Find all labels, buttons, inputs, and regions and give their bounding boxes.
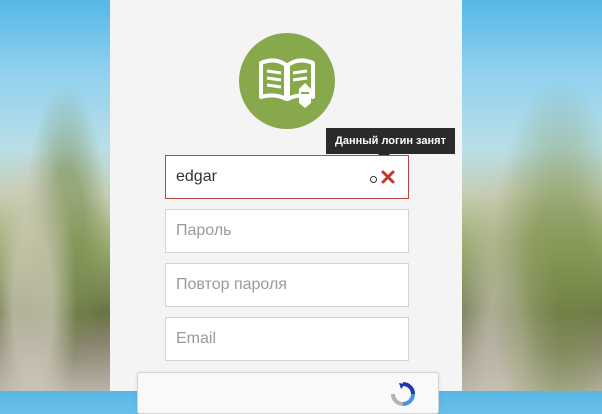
password-repeat-input[interactable] — [166, 264, 408, 306]
close-x-icon[interactable] — [380, 169, 396, 185]
background-right — [462, 0, 602, 391]
email-field[interactable] — [165, 317, 409, 361]
password-input[interactable] — [166, 210, 408, 252]
password-repeat-field[interactable] — [165, 263, 409, 307]
email-input[interactable] — [166, 318, 408, 360]
mouse-cursor-icon — [370, 176, 377, 183]
password-field[interactable] — [165, 209, 409, 253]
recaptcha-icon — [391, 382, 415, 406]
captcha-widget[interactable] — [137, 372, 439, 414]
error-tooltip: Данный логин занят — [326, 128, 455, 160]
book-pencil-icon — [239, 33, 335, 129]
background-left — [0, 0, 110, 391]
